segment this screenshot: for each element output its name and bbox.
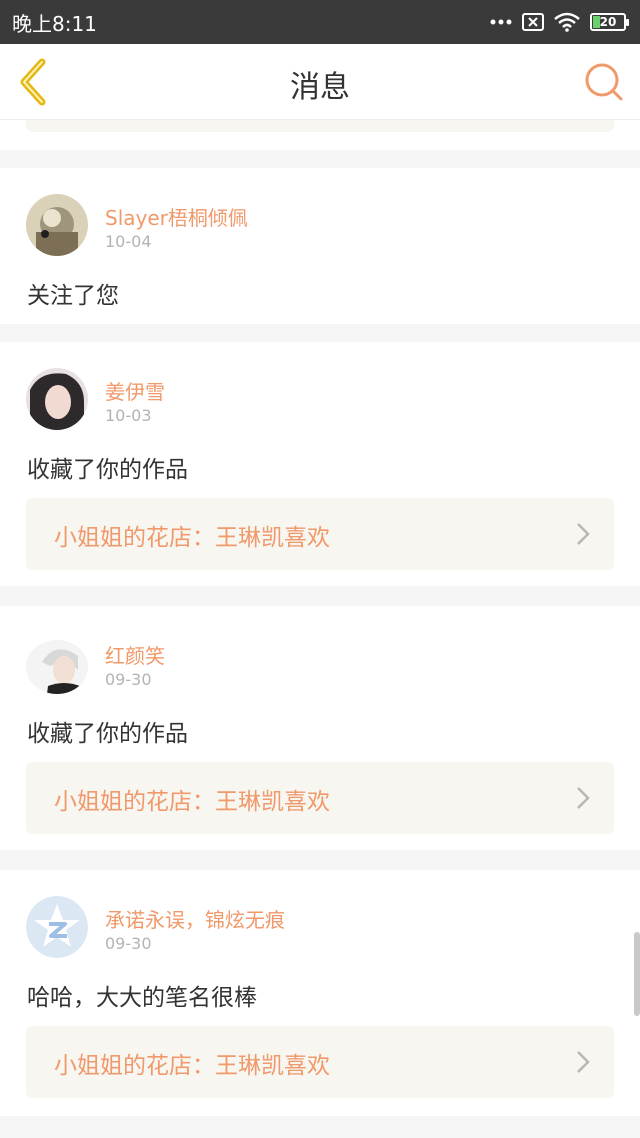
no-sim-icon — [522, 13, 544, 31]
search-icon[interactable] — [582, 60, 626, 104]
scrollbar[interactable] — [634, 932, 640, 1016]
username[interactable]: 姜伊雪 — [105, 376, 165, 405]
page-title: 消息 — [290, 70, 350, 105]
wifi-icon — [554, 12, 580, 32]
previous-card-fragment — [0, 120, 640, 150]
work-title: 小姐姐的花店：王琳凯喜欢 — [54, 789, 330, 815]
list-item[interactable]: 姜伊雪 10-03 收藏了你的作品 小姐姐的花店：王琳凯喜欢 — [0, 342, 640, 586]
username[interactable]: 红颜笑 — [105, 640, 165, 669]
chevron-right-icon — [577, 523, 590, 545]
message-list: Slayer梧桐倾佩 10-04 关注了您 姜伊雪 10-03 收藏了你的作品 … — [0, 120, 640, 1138]
list-item[interactable]: 红颜笑 09-30 收藏了你的作品 小姐姐的花店：王琳凯喜欢 — [0, 606, 640, 850]
chevron-right-icon — [577, 1051, 590, 1073]
message-date: 10-03 — [105, 406, 152, 425]
message-text: 关注了您 — [27, 283, 119, 309]
username[interactable]: 承诺永误，锦炫无痕 — [105, 904, 285, 933]
message-date: 09-30 — [105, 670, 152, 689]
work-link[interactable]: 小姐姐的花店：王琳凯喜欢 — [26, 498, 614, 570]
message-text: 哈哈，大大的笔名很棒 — [27, 985, 257, 1011]
battery-level: 20 — [599, 15, 617, 29]
work-title: 小姐姐的花店：王琳凯喜欢 — [54, 1053, 330, 1079]
list-item[interactable]: Slayer梧桐倾佩 10-04 关注了您 — [0, 168, 640, 324]
work-link[interactable]: 小姐姐的花店：王琳凯喜欢 — [26, 1026, 614, 1098]
work-title: 小姐姐的花店：王琳凯喜欢 — [54, 525, 330, 551]
header: 消息 — [0, 44, 640, 120]
message-text: 收藏了你的作品 — [27, 721, 188, 747]
message-date: 09-30 — [105, 934, 152, 953]
more-dots-icon — [490, 19, 512, 25]
avatar[interactable] — [26, 194, 88, 256]
list-item[interactable]: 承诺永误，锦炫无痕 09-30 哈哈，大大的笔名很棒 小姐姐的花店：王琳凯喜欢 — [0, 870, 640, 1116]
status-bar: 晚上8:11 20 — [0, 0, 640, 44]
username[interactable]: Slayer梧桐倾佩 — [105, 202, 248, 231]
status-icons: 20 — [490, 12, 629, 32]
battery-icon: 20 — [590, 13, 629, 31]
message-text: 收藏了你的作品 — [27, 457, 188, 483]
work-link[interactable]: 小姐姐的花店：王琳凯喜欢 — [26, 762, 614, 834]
message-date: 10-04 — [105, 232, 152, 251]
avatar[interactable] — [26, 368, 88, 430]
avatar[interactable] — [26, 896, 88, 958]
status-time: 晚上8:11 — [12, 11, 97, 36]
avatar[interactable] — [26, 640, 88, 694]
chevron-right-icon — [577, 787, 590, 809]
